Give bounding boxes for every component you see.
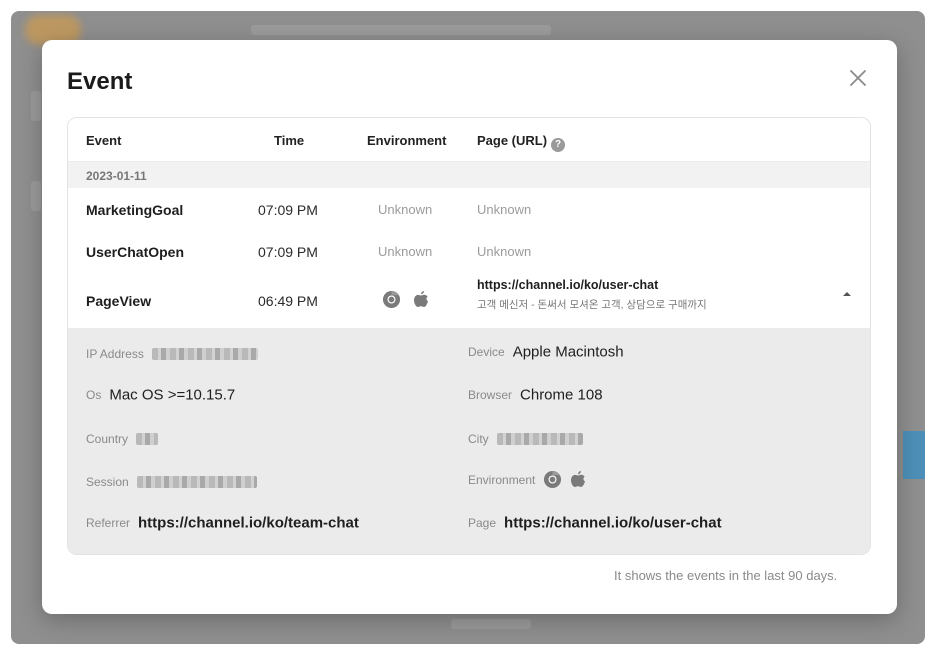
event-name: UserChatOpen — [86, 244, 185, 260]
detail-page-link[interactable]: https://channel.io/ko/user-chat — [504, 514, 722, 531]
detail-browser: Browser Chrome 108 — [468, 386, 603, 404]
detail-label: Os — [86, 387, 102, 402]
detail-label: Session — [86, 474, 129, 489]
event-page-title: 고객 메신저 - 돈써서 모셔온 고객, 상담으로 구매까지 — [477, 299, 707, 311]
event-page: Unknown — [477, 202, 532, 217]
detail-label: Page — [468, 515, 497, 530]
event-name: PageView — [86, 293, 152, 309]
detail-os: Os Mac OS >=10.15.7 — [86, 386, 235, 404]
event-page-url[interactable]: https://channel.io/ko/user-chat — [477, 278, 658, 292]
detail-page: Page https://channel.io/ko/user-chat — [468, 514, 722, 532]
detail-label: Browser — [468, 387, 513, 402]
date-group-label: 2023-01-11 — [86, 169, 147, 183]
detail-label: City — [468, 431, 489, 446]
event-time: 07:09 PM — [258, 202, 318, 218]
chrome-icon — [544, 470, 562, 489]
event-environment: Unknown — [378, 202, 433, 217]
chrome-icon — [382, 290, 401, 309]
detail-device: Device Apple Macintosh — [468, 343, 624, 361]
redacted-value — [136, 475, 257, 488]
modal-title: Event — [67, 68, 133, 95]
column-header-page-label: Page (URL) — [477, 133, 548, 148]
apple-icon — [414, 291, 429, 307]
table-row[interactable]: UserChatOpen 07:09 PM Unknown Unknown — [68, 230, 870, 272]
event-detail-panel: IP Address Device Apple Macintosh Os Mac O… — [68, 328, 870, 554]
backdrop-bar — [251, 25, 551, 35]
detail-label: Country — [86, 431, 129, 446]
backdrop-bar — [31, 91, 41, 121]
redacted-value — [151, 347, 258, 360]
column-header-event: Event — [86, 133, 122, 148]
backdrop-bar — [451, 619, 531, 629]
detail-value: Chrome 108 — [520, 386, 603, 404]
caret-up-icon — [843, 292, 851, 296]
detail-city: City — [468, 430, 583, 448]
column-header-page: Page (URL)? — [477, 133, 566, 152]
close-icon — [850, 70, 866, 86]
detail-referrer-link[interactable]: https://channel.io/ko/team-chat — [138, 514, 359, 531]
redacted-value — [496, 432, 583, 445]
table-header: Event Time Environment Page (URL)? — [68, 118, 870, 162]
footer-note: It shows the events in the last 90 days. — [614, 568, 838, 583]
event-environment-icons — [382, 290, 437, 309]
close-button[interactable] — [848, 68, 868, 88]
detail-value: Mac OS >=10.15.7 — [109, 386, 236, 404]
detail-label: Environment — [468, 472, 536, 487]
detail-ip-address: IP Address — [86, 345, 258, 363]
collapse-button[interactable] — [841, 286, 853, 296]
event-environment: Unknown — [378, 244, 433, 259]
event-modal: Event Event Time Environment Page (URL)?… — [42, 40, 897, 614]
event-table: Event Time Environment Page (URL)? 2023-… — [67, 117, 871, 555]
event-name: MarketingGoal — [86, 202, 184, 218]
table-row[interactable]: MarketingGoal 07:09 PM Unknown Unknown — [68, 188, 870, 230]
help-icon[interactable]: ? — [551, 138, 566, 152]
date-group-row: 2023-01-11 — [68, 162, 870, 188]
redacted-value — [136, 432, 159, 445]
apple-icon — [571, 471, 586, 487]
detail-label: Device — [468, 344, 505, 359]
column-header-time: Time — [274, 133, 305, 148]
backdrop-bar — [31, 181, 41, 211]
detail-country: Country — [86, 430, 159, 448]
column-header-environment: Environment — [367, 133, 447, 148]
event-time: 06:49 PM — [258, 293, 318, 309]
detail-referrer: Referrer https://channel.io/ko/team-chat — [86, 514, 359, 532]
event-page: Unknown — [477, 244, 532, 259]
detail-label: Referrer — [86, 515, 131, 530]
event-time: 07:09 PM — [258, 244, 318, 260]
detail-value: Apple Macintosh — [512, 343, 624, 361]
detail-label: IP Address — [86, 346, 144, 361]
detail-environment: Environment — [468, 470, 594, 489]
table-row-expanded[interactable]: PageView 06:49 PM https://channel.io/ko/… — [68, 272, 870, 328]
backdrop-accent-blur — [903, 431, 925, 479]
detail-session: Session — [86, 473, 257, 491]
